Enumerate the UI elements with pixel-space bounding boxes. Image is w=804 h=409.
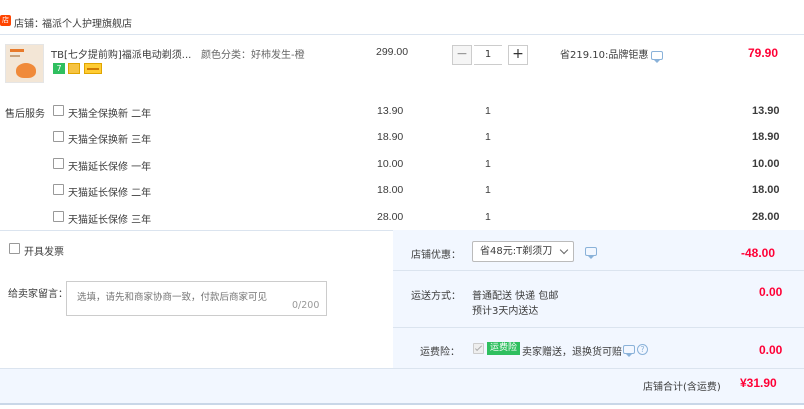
shipping-eta: 预计3天内送达	[472, 306, 539, 317]
after-sales-total: 18.90	[752, 131, 780, 143]
footer-divider	[0, 403, 804, 405]
discount-amount: -48.00	[741, 246, 776, 260]
after-sales-name: 天猫延长保修 二年	[68, 188, 152, 199]
after-sales-price: 18.00	[377, 184, 404, 196]
discount-select[interactable]: 省48元:T剃须刀	[472, 241, 574, 262]
insurance-desc: 卖家赠送，退换货可赔	[522, 347, 622, 358]
shipping-label: 运送方式：	[411, 291, 461, 302]
chevron-down-icon	[559, 245, 569, 255]
discount-label: 店铺优惠：	[411, 250, 461, 261]
after-sales-qty: 1	[485, 131, 491, 143]
insurance-chat-icon[interactable]	[623, 345, 635, 357]
after-sales-checkbox[interactable]	[53, 211, 64, 222]
after-sales-total: 13.90	[752, 105, 780, 117]
shop-name-link[interactable]: 福派个人护理旗舰店	[42, 15, 132, 30]
header-divider	[0, 34, 804, 35]
after-sales-price: 10.00	[377, 158, 404, 170]
promo-chat-icon[interactable]	[651, 51, 663, 63]
after-sales-checkbox[interactable]	[53, 184, 64, 195]
product-title-link[interactable]: TB[七夕提前购]福派电动剃须...	[51, 46, 191, 61]
shop-total-label: 店铺合计(含运费)	[643, 382, 721, 393]
after-sales-price: 18.90	[377, 131, 404, 143]
message-label: 给卖家留言：	[8, 289, 68, 300]
shipping-amount: 0.00	[759, 285, 783, 299]
message-counter: 0/200	[292, 300, 320, 311]
shop-label: 店铺：	[14, 19, 44, 30]
tmall-badge-icon: 7	[53, 63, 65, 74]
after-sales-qty: 1	[485, 158, 491, 170]
product-unit-price: 299.00	[376, 46, 409, 58]
shop-total-amount: ¥31.90	[740, 376, 777, 390]
shipping-method: 普通配送 快递 包邮	[472, 291, 559, 302]
quantity-input[interactable]: 1	[474, 45, 502, 65]
message-textarea[interactable]	[66, 281, 327, 316]
after-sales-total: 18.00	[752, 184, 780, 196]
after-sales-price: 28.00	[377, 211, 404, 223]
after-sales-qty: 1	[485, 184, 491, 196]
card-badge-icon	[84, 63, 102, 74]
after-sales-checkbox[interactable]	[53, 105, 64, 116]
insurance-label: 运费险：	[420, 347, 460, 358]
after-sales-label: 售后服务	[5, 109, 45, 120]
after-sales-qty: 1	[485, 105, 491, 117]
total-divider	[0, 368, 804, 369]
help-icon[interactable]: ?	[637, 344, 648, 355]
panel-divider	[393, 270, 804, 271]
insurance-badge: 运费险	[487, 342, 521, 355]
invoice-checkbox[interactable]	[9, 243, 20, 254]
after-sales-qty: 1	[485, 211, 491, 223]
after-sales-name: 天猫全保换新 二年	[68, 109, 152, 120]
quantity-increase-button[interactable]: +	[508, 45, 528, 65]
after-sales-price: 13.90	[377, 105, 404, 117]
product-promo: 省219.10:品牌钜惠	[560, 50, 649, 61]
discount-chat-icon[interactable]	[585, 247, 597, 259]
product-subtotal: 79.90	[748, 46, 779, 60]
after-sales-checkbox[interactable]	[53, 131, 64, 142]
product-thumbnail[interactable]	[5, 44, 44, 83]
after-sales-checkbox[interactable]	[53, 158, 64, 169]
gift-badge-icon	[68, 63, 80, 74]
after-sales-name: 天猫全保换新 三年	[68, 135, 152, 146]
shop-icon: 店	[0, 15, 11, 26]
after-sales-name: 天猫延长保修 三年	[68, 215, 152, 226]
panel-divider	[393, 327, 804, 328]
insurance-checkbox	[473, 343, 484, 354]
discount-selected: 省48元:T剃须刀	[480, 246, 553, 257]
invoice-label: 开具发票	[24, 247, 64, 258]
quantity-decrease-button[interactable]: −	[452, 45, 472, 65]
after-sales-total: 28.00	[752, 211, 780, 223]
after-sales-name: 天猫延长保修 一年	[68, 162, 152, 173]
product-variant: 颜色分类：好柿发生-橙	[201, 50, 305, 61]
after-sales-total: 10.00	[752, 158, 780, 170]
insurance-amount: 0.00	[759, 343, 783, 357]
